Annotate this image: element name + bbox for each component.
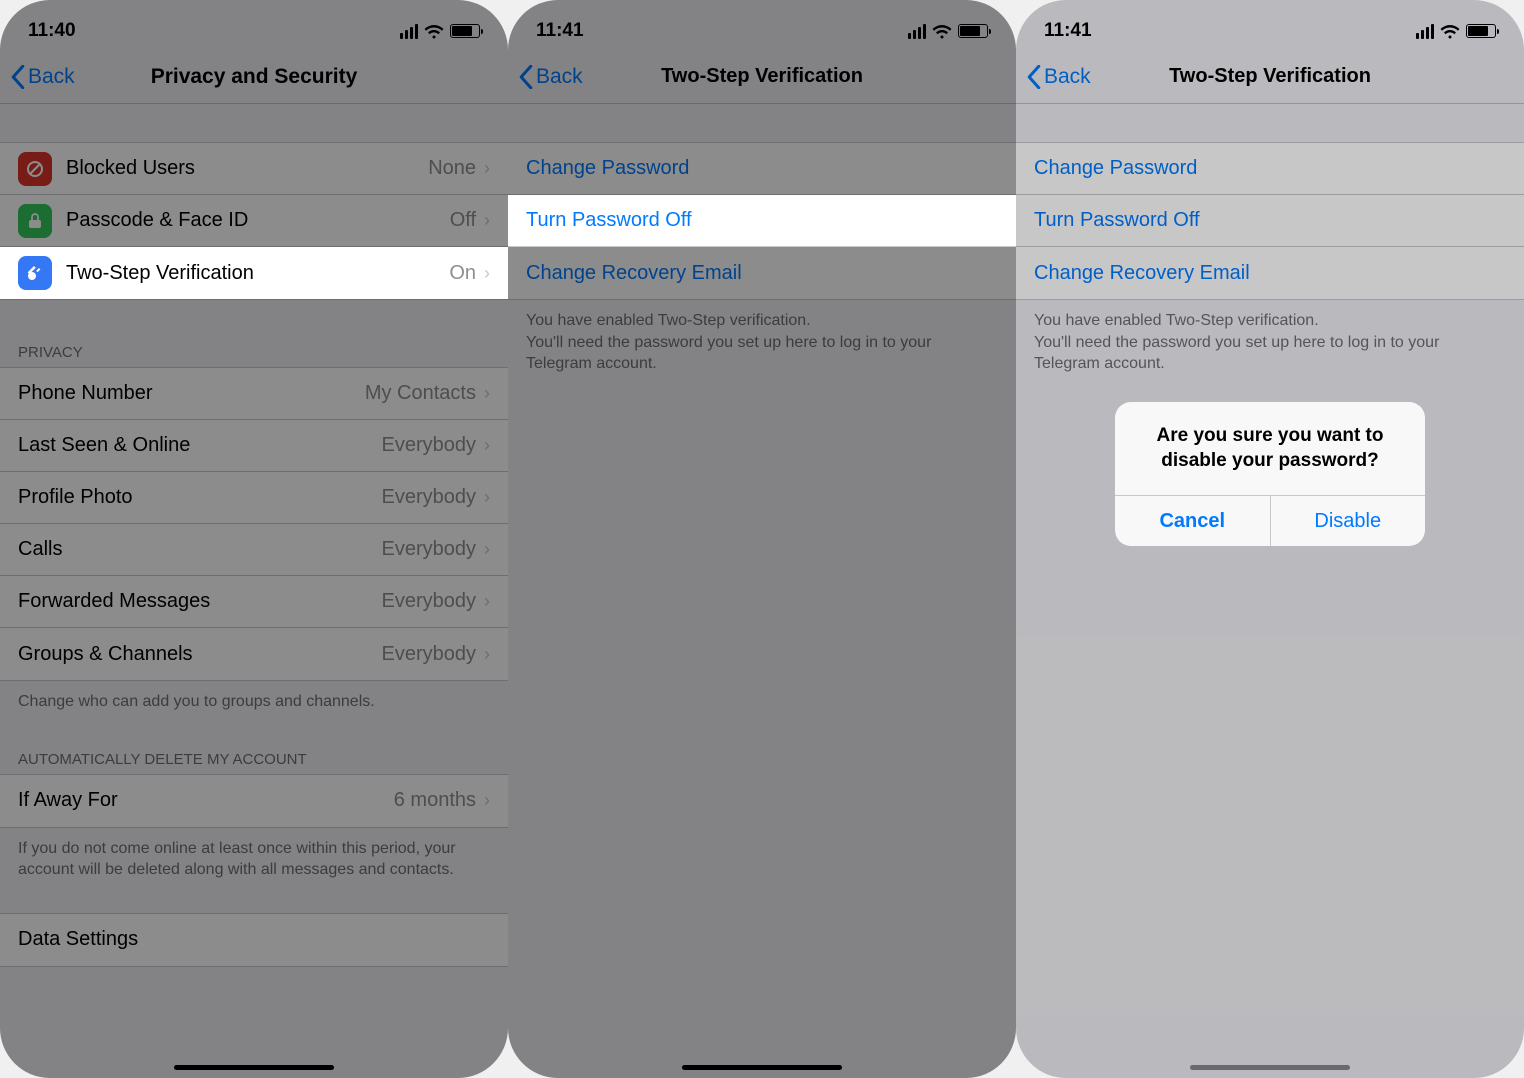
panel-two-step-alert: 11:41 Back Two-Step Verification Change …: [1016, 0, 1524, 1078]
row-label: If Away For: [18, 789, 394, 812]
row-forwarded-messages[interactable]: Forwarded Messages Everybody ›: [0, 576, 508, 628]
settings-list[interactable]: Change Password Turn Password Off Change…: [508, 104, 1016, 1078]
row-last-seen[interactable]: Last Seen & Online Everybody ›: [0, 420, 508, 472]
battery-icon: [958, 24, 988, 38]
wifi-icon: [932, 24, 952, 39]
chevron-right-icon: ›: [484, 790, 490, 811]
row-value: 6 months: [394, 789, 476, 812]
section-header-delete: AUTOMATICALLY DELETE MY ACCOUNT: [0, 745, 508, 774]
delete-footer: If you do not come online at least once …: [0, 828, 508, 891]
panel-privacy-security: 11:40 Back Privacy and Security Blocked …: [0, 0, 508, 1078]
delete-group: If Away For 6 months ›: [0, 774, 508, 828]
cellular-icon: [400, 24, 418, 39]
privacy-footer: Change who can add you to groups and cha…: [0, 681, 508, 723]
disable-button[interactable]: Disable: [1271, 496, 1426, 546]
row-label: Calls: [18, 538, 382, 561]
row-value: Everybody: [382, 643, 477, 666]
row-value: None: [428, 157, 476, 180]
home-indicator[interactable]: [682, 1065, 842, 1070]
row-value: Everybody: [382, 538, 477, 561]
row-label: Data Settings: [18, 928, 490, 951]
status-indicators: [908, 24, 988, 39]
status-bar: 11:41: [508, 0, 1016, 50]
data-settings-group: Data Settings: [0, 913, 508, 967]
chevron-right-icon: ›: [484, 263, 490, 284]
key-icon: [18, 256, 52, 290]
wifi-icon: [424, 24, 444, 39]
row-label: Forwarded Messages: [18, 590, 382, 613]
row-value: My Contacts: [365, 382, 476, 405]
cellular-icon: [908, 24, 926, 39]
row-label: Change Password: [526, 157, 998, 180]
row-phone-number[interactable]: Phone Number My Contacts ›: [0, 368, 508, 420]
row-label: Phone Number: [18, 382, 365, 405]
nav-bar: Back Privacy and Security: [0, 50, 508, 104]
row-value: Off: [450, 209, 476, 232]
row-label: Turn Password Off: [526, 209, 998, 232]
row-calls[interactable]: Calls Everybody ›: [0, 524, 508, 576]
back-label: Back: [28, 65, 75, 89]
row-groups-channels[interactable]: Groups & Channels Everybody ›: [0, 628, 508, 680]
row-change-password[interactable]: Change Password: [508, 143, 1016, 195]
row-label: Blocked Users: [66, 157, 428, 180]
security-group: Blocked Users None › Passcode & Face ID …: [0, 142, 508, 300]
twostep-group: Change Password Turn Password Off Change…: [508, 142, 1016, 300]
chevron-right-icon: ›: [484, 383, 490, 404]
row-label: Change Recovery Email: [526, 262, 998, 285]
alert-message: Are you sure you want to disable your pa…: [1115, 402, 1425, 496]
home-indicator[interactable]: [174, 1065, 334, 1070]
row-profile-photo[interactable]: Profile Photo Everybody ›: [0, 472, 508, 524]
page-title: Two-Step Verification: [508, 65, 1016, 88]
row-turn-password-off[interactable]: Turn Password Off: [508, 195, 1016, 247]
alert-backdrop: Are you sure you want to disable your pa…: [1016, 0, 1524, 1078]
row-blocked-users[interactable]: Blocked Users None ›: [0, 143, 508, 195]
blocked-icon: [18, 152, 52, 186]
chevron-right-icon: ›: [484, 210, 490, 231]
chevron-left-icon: [10, 65, 26, 89]
row-label: Two-Step Verification: [66, 262, 449, 285]
back-label: Back: [536, 65, 583, 89]
alert-buttons: Cancel Disable: [1115, 496, 1425, 546]
status-bar: 11:40: [0, 0, 508, 50]
row-passcode-faceid[interactable]: Passcode & Face ID Off ›: [0, 195, 508, 247]
lock-icon: [18, 204, 52, 238]
row-data-settings[interactable]: Data Settings: [0, 914, 508, 966]
chevron-right-icon: ›: [484, 487, 490, 508]
status-time: 11:41: [536, 20, 584, 42]
confirm-disable-alert: Are you sure you want to disable your pa…: [1115, 402, 1425, 546]
row-value: Everybody: [382, 590, 477, 613]
row-label: Profile Photo: [18, 486, 382, 509]
row-value: On: [449, 262, 476, 285]
settings-list[interactable]: Blocked Users None › Passcode & Face ID …: [0, 104, 508, 1078]
row-if-away-for[interactable]: If Away For 6 months ›: [0, 775, 508, 827]
nav-bar: Back Two-Step Verification: [508, 50, 1016, 104]
privacy-group: Phone Number My Contacts › Last Seen & O…: [0, 367, 508, 681]
page-title: Privacy and Security: [0, 65, 508, 89]
row-value: Everybody: [382, 434, 477, 457]
chevron-right-icon: ›: [484, 539, 490, 560]
row-label: Groups & Channels: [18, 643, 382, 666]
section-header-privacy: PRIVACY: [0, 338, 508, 367]
status-indicators: [400, 24, 480, 39]
row-change-recovery-email[interactable]: Change Recovery Email: [508, 247, 1016, 299]
row-value: Everybody: [382, 486, 477, 509]
chevron-right-icon: ›: [484, 435, 490, 456]
row-two-step-verification[interactable]: Two-Step Verification On ›: [0, 247, 508, 299]
battery-icon: [450, 24, 480, 38]
cancel-button[interactable]: Cancel: [1115, 496, 1271, 546]
chevron-right-icon: ›: [484, 158, 490, 179]
row-label: Last Seen & Online: [18, 434, 382, 457]
back-button[interactable]: Back: [518, 65, 583, 89]
status-time: 11:40: [28, 20, 76, 42]
chevron-right-icon: ›: [484, 591, 490, 612]
row-label: Passcode & Face ID: [66, 209, 450, 232]
chevron-left-icon: [518, 65, 534, 89]
back-button[interactable]: Back: [10, 65, 75, 89]
twostep-footer: You have enabled Two-Step verification. …: [508, 300, 1016, 385]
panel-two-step-1: 11:41 Back Two-Step Verification Change …: [508, 0, 1016, 1078]
chevron-right-icon: ›: [484, 644, 490, 665]
